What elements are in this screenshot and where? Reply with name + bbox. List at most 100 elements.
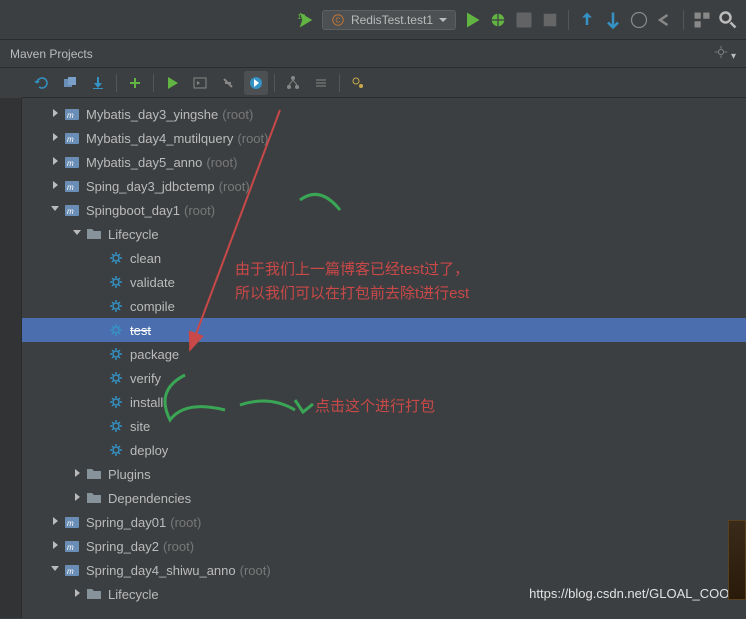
tree-row-mybatis-day3-yingshe[interactable]: mMybatis_day3_yingshe(root) xyxy=(22,102,746,126)
gear-icon xyxy=(108,370,124,386)
vcs-update-icon[interactable] xyxy=(577,10,597,30)
tree-row-mybatis-day5-anno[interactable]: m Mybatis_day5_anno (root) xyxy=(22,150,746,174)
tree-row-dependencies[interactable]: Dependencies xyxy=(22,486,746,510)
expander-icon[interactable] xyxy=(50,180,62,192)
tree-label: site xyxy=(130,419,150,434)
undo-icon[interactable] xyxy=(655,10,675,30)
tree-row-test[interactable]: test xyxy=(22,318,746,342)
no-expander xyxy=(94,444,106,456)
tree-row-sping-day3-jdbctemp[interactable]: mSping_day3_jdbctemp(root) xyxy=(22,174,746,198)
expander-icon[interactable] xyxy=(50,204,62,216)
tree-label: validate xyxy=(130,275,175,290)
expander-icon[interactable] xyxy=(72,468,84,480)
coverage-button[interactable] xyxy=(514,10,534,30)
search-icon[interactable] xyxy=(718,10,738,30)
expander-icon[interactable] xyxy=(50,132,62,144)
tree-suffix: (root) xyxy=(170,515,201,530)
tree-row-spingboot-day1[interactable]: mSpingboot_day1(root) xyxy=(22,198,746,222)
gear-icon xyxy=(108,274,124,290)
panel-title: Maven Projects xyxy=(10,47,93,61)
folder-icon xyxy=(86,466,102,482)
tree-suffix: (root) xyxy=(184,203,215,218)
tree-label: Dependencies xyxy=(108,491,191,506)
svg-text:m: m xyxy=(67,159,74,168)
expander-icon[interactable] xyxy=(50,540,62,552)
tree-row-deploy[interactable]: deploy xyxy=(22,438,746,462)
maven-icon: m xyxy=(64,106,80,122)
tree-row-clean[interactable]: clean xyxy=(22,246,746,270)
watermark: https://blog.csdn.net/GLOAL_COOK xyxy=(529,586,738,601)
tree-label: Spring_day4_shiwu_anno xyxy=(86,563,236,578)
tree-row-verify[interactable]: verify xyxy=(22,366,746,390)
gear-icon xyxy=(108,250,124,266)
execute-goal-icon[interactable] xyxy=(188,71,212,95)
tree-label: test xyxy=(130,323,151,338)
tree-suffix: (root) xyxy=(219,179,250,194)
tree-suffix: (root) xyxy=(163,539,194,554)
show-dependencies-icon[interactable] xyxy=(281,71,305,95)
download-icon[interactable] xyxy=(86,71,110,95)
tree-row-spring-day2[interactable]: mSpring_day2(root) xyxy=(22,534,746,558)
expander-icon[interactable] xyxy=(50,108,62,120)
tree-suffix: (root) xyxy=(237,131,268,146)
expander-icon[interactable] xyxy=(50,564,62,576)
no-expander xyxy=(94,324,106,336)
run-maven-icon[interactable] xyxy=(160,71,184,95)
tree-row-plugins[interactable]: Plugins xyxy=(22,462,746,486)
toggle-offline-icon[interactable] xyxy=(216,71,240,95)
tree-row-spring-day4-shiwu-anno[interactable]: m Spring_day4_shiwu_anno (root) xyxy=(22,558,746,582)
stop-button[interactable] xyxy=(540,10,560,30)
tree-row-spring-day01[interactable]: m Spring_day01 (root) xyxy=(22,510,746,534)
vcs-history-icon[interactable] xyxy=(629,10,649,30)
collapse-all-icon[interactable] xyxy=(309,71,333,95)
tree-label: verify xyxy=(130,371,161,386)
maven-project-tree[interactable]: mMybatis_day3_yingshe(root)mMybatis_day4… xyxy=(22,98,746,610)
svg-text:m: m xyxy=(67,567,74,576)
tree-label: Plugins xyxy=(108,467,151,482)
tree-row-package[interactable]: package xyxy=(22,342,746,366)
run-config-selector[interactable]: C RedisTest.test1 xyxy=(322,10,456,30)
no-expander xyxy=(94,372,106,384)
no-expander xyxy=(94,348,106,360)
panel-settings-icon[interactable]: ▾ xyxy=(714,45,736,62)
tree-suffix: (root) xyxy=(206,155,237,170)
expander-icon[interactable] xyxy=(72,588,84,600)
skip-tests-icon[interactable] xyxy=(244,71,268,95)
reimport-icon[interactable] xyxy=(30,71,54,95)
maven-icon: m xyxy=(64,130,80,146)
generate-sources-icon[interactable] xyxy=(58,71,82,95)
build-icon[interactable]: 10 xyxy=(296,10,316,30)
expander-icon[interactable] xyxy=(72,492,84,504)
right-edge-strip xyxy=(728,520,746,600)
tree-row-install[interactable]: install xyxy=(22,390,746,414)
expander-icon[interactable] xyxy=(50,156,62,168)
tree-label: install xyxy=(130,395,163,410)
tree-label: Mybatis_day5_anno xyxy=(86,155,202,170)
tree-row-compile[interactable]: compile xyxy=(22,294,746,318)
gear-icon xyxy=(108,298,124,314)
maven-icon: m xyxy=(64,178,80,194)
separator xyxy=(116,74,117,92)
expander-icon[interactable] xyxy=(50,516,62,528)
debug-button[interactable] xyxy=(488,10,508,30)
maven-panel-header: Maven Projects ▾ xyxy=(0,40,746,68)
maven-settings-icon[interactable] xyxy=(346,71,370,95)
gear-icon xyxy=(108,346,124,362)
tree-row-site[interactable]: site xyxy=(22,414,746,438)
separator xyxy=(568,10,569,30)
structure-icon[interactable] xyxy=(692,10,712,30)
no-expander xyxy=(94,252,106,264)
tree-row-validate[interactable]: validate xyxy=(22,270,746,294)
maven-icon: m xyxy=(64,514,80,530)
folder-icon xyxy=(86,490,102,506)
tree-label: Spring_day01 xyxy=(86,515,166,530)
run-button[interactable] xyxy=(462,10,482,30)
tree-suffix: (root) xyxy=(240,563,271,578)
tree-row-lifecycle[interactable]: Lifecycle xyxy=(22,222,746,246)
tree-row-mybatis-day4-mutilquery[interactable]: mMybatis_day4_mutilquery(root) xyxy=(22,126,746,150)
expander-icon[interactable] xyxy=(72,228,84,240)
vcs-commit-icon[interactable] xyxy=(603,10,623,30)
separator xyxy=(274,74,275,92)
add-icon[interactable] xyxy=(123,71,147,95)
chevron-down-icon xyxy=(439,16,447,24)
